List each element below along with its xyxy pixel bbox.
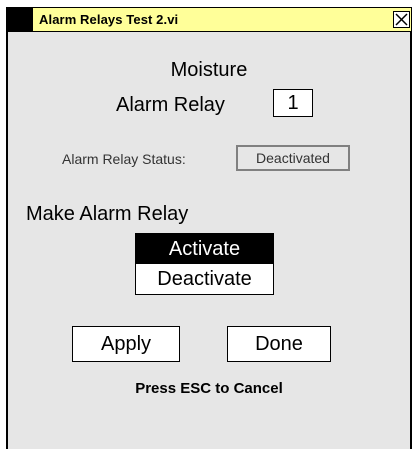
alarm-relay-status-label: Alarm Relay Status: <box>62 151 186 167</box>
system-menu-box[interactable] <box>7 8 33 31</box>
done-button[interactable]: Done <box>227 326 331 362</box>
close-button[interactable] <box>393 11 410 28</box>
escape-hint: Press ESC to Cancel <box>135 380 283 397</box>
title-bar[interactable]: Alarm Relays Test 2.vi <box>6 7 412 32</box>
moisture-label: Moisture <box>170 59 248 81</box>
alarm-relay-number-display: 1 <box>273 89 313 117</box>
window-title: Alarm Relays Test 2.vi <box>39 12 179 27</box>
vi-window: Alarm Relays Test 2.vi Moisture Alarm Re… <box>6 7 412 449</box>
close-icon <box>395 13 408 26</box>
alarm-relay-label: Alarm Relay <box>116 94 225 116</box>
option-activate[interactable]: Activate <box>136 234 273 264</box>
option-deactivate[interactable]: Deactivate <box>136 264 273 294</box>
apply-button[interactable]: Apply <box>72 326 180 362</box>
relay-action-listbox[interactable]: Activate Deactivate <box>135 233 274 295</box>
make-alarm-relay-label: Make Alarm Relay <box>26 203 189 225</box>
alarm-relay-status-indicator: Deactivated <box>236 145 350 171</box>
